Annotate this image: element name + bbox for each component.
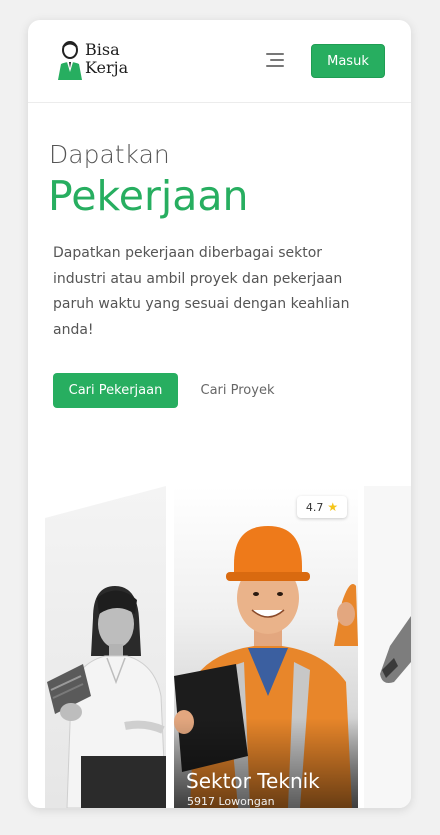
- brand-name: Bisa Kerja: [85, 41, 128, 77]
- sector-title: Sektor Teknik: [186, 769, 320, 793]
- woman-photo: [47, 586, 166, 808]
- job-count: 5917 Lowongan: [187, 795, 275, 808]
- rating-value: 4.7: [305, 500, 324, 514]
- brand-logo[interactable]: Bisa Kerja: [56, 38, 166, 84]
- hamburger-icon[interactable]: [265, 51, 287, 69]
- sector-card-next[interactable]: [364, 486, 411, 808]
- rating-badge: 4.7 ★: [297, 496, 347, 518]
- find-project-button[interactable]: Cari Proyek: [195, 373, 280, 408]
- hero-description: Dapatkan pekerjaan diberbagai sektor ind…: [53, 245, 350, 338]
- hamburger-line: [266, 53, 284, 55]
- brand-name-line2: Kerja: [85, 58, 129, 77]
- sector-card-teknik[interactable]: 4.7 ★ Sektor Teknik 5917 Lowongan: [174, 486, 358, 808]
- sector-carousel[interactable]: 4.7 ★ Sektor Teknik 5917 Lowongan: [28, 486, 411, 808]
- brand-name-line1: Bisa: [85, 40, 120, 59]
- login-button[interactable]: Masuk: [311, 44, 385, 78]
- hero-pre-title: Dapatkan: [49, 140, 170, 169]
- hamburger-line: [266, 65, 284, 67]
- star-icon: ★: [327, 500, 339, 514]
- hamburger-line: [270, 59, 284, 61]
- hero-title: Pekerjaan: [48, 172, 249, 220]
- app-frame: Bisa Kerja Masuk Dapatkan Pekerjaan Dapa…: [28, 20, 411, 808]
- find-job-button[interactable]: Cari Pekerjaan: [53, 373, 178, 408]
- top-navbar: Bisa Kerja Masuk: [28, 20, 411, 103]
- sector-card-previous[interactable]: [45, 486, 166, 808]
- next-card-photo: [380, 616, 411, 683]
